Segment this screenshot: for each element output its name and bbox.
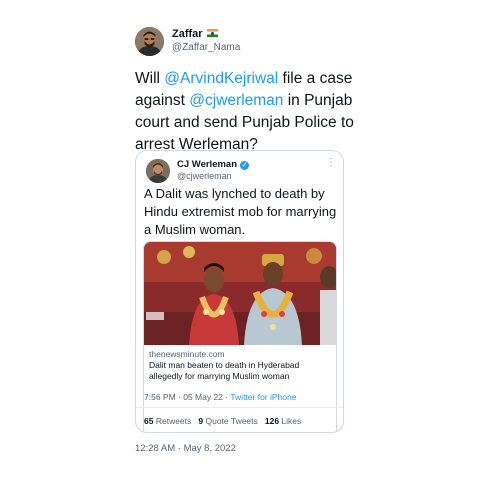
tweet-timestamp[interactable]: 12:28 AM · May 8, 2022 xyxy=(135,443,236,454)
more-options-icon[interactable]: ⋮ xyxy=(326,157,336,168)
retweets-label: Retweets xyxy=(155,416,192,426)
india-flag-icon xyxy=(206,29,218,37)
likes-count: 126 xyxy=(264,416,280,426)
quoted-tweet-time: 7:56 PM · 05 May 22 · xyxy=(144,392,231,402)
author-handle[interactable]: @Zaffar_Nama xyxy=(172,42,240,53)
likes-label: Likes xyxy=(281,416,302,426)
author-avatar[interactable] xyxy=(135,27,164,56)
quoted-author-handle[interactable]: @cjwerleman xyxy=(177,171,232,181)
mention-link[interactable]: @cjwerleman xyxy=(189,92,283,109)
mention-link[interactable]: @ArvindKejriwal xyxy=(164,70,278,87)
news-photo xyxy=(144,242,336,345)
quoted-tweet-text: A Dalit was lynched to death by Hindu ex… xyxy=(144,186,337,237)
quotes-count: 9 xyxy=(198,416,204,426)
author-name-text[interactable]: Zaffar xyxy=(172,28,203,40)
quoted-author-name-text[interactable]: CJ Werleman xyxy=(177,159,237,170)
quotes-stat[interactable]: 9 Quote Tweets xyxy=(198,416,257,426)
quotes-label: Quote Tweets xyxy=(205,416,258,426)
retweets-stat[interactable]: 65 Retweets xyxy=(144,416,191,426)
link-preview-card[interactable]: thenewsminute.com Dalit man beaten to de… xyxy=(143,241,337,432)
quoted-author-name[interactable]: CJ Werleman ✓ xyxy=(177,159,250,170)
quoted-tweet-meta: 7:56 PM · 05 May 22 · Twitter for iPhone xyxy=(144,392,296,402)
tweet-source-link[interactable]: Twitter for iPhone xyxy=(230,392,296,402)
retweets-count: 65 xyxy=(144,416,154,426)
link-domain: thenewsminute.com xyxy=(149,349,225,359)
tweet-text-segment: Will xyxy=(135,70,165,87)
likes-stat[interactable]: 126 Likes xyxy=(265,416,301,426)
verified-badge-icon: ✓ xyxy=(240,161,250,170)
link-title[interactable]: Dalit man beaten to death in Hyderabad a… xyxy=(149,360,329,382)
quoted-author-avatar[interactable] xyxy=(146,159,170,183)
tweet-stats: 65 Retweets 9 Quote Tweets 126 Likes xyxy=(144,416,301,426)
author-name[interactable]: Zaffar xyxy=(172,28,218,40)
tweet-text: Will @ArvindKejriwal file a case against… xyxy=(135,68,365,156)
divider xyxy=(136,407,343,408)
quoted-tweet-card[interactable]: CJ Werleman ✓ @cjwerleman ⋮ A Dalit was l… xyxy=(135,150,344,433)
